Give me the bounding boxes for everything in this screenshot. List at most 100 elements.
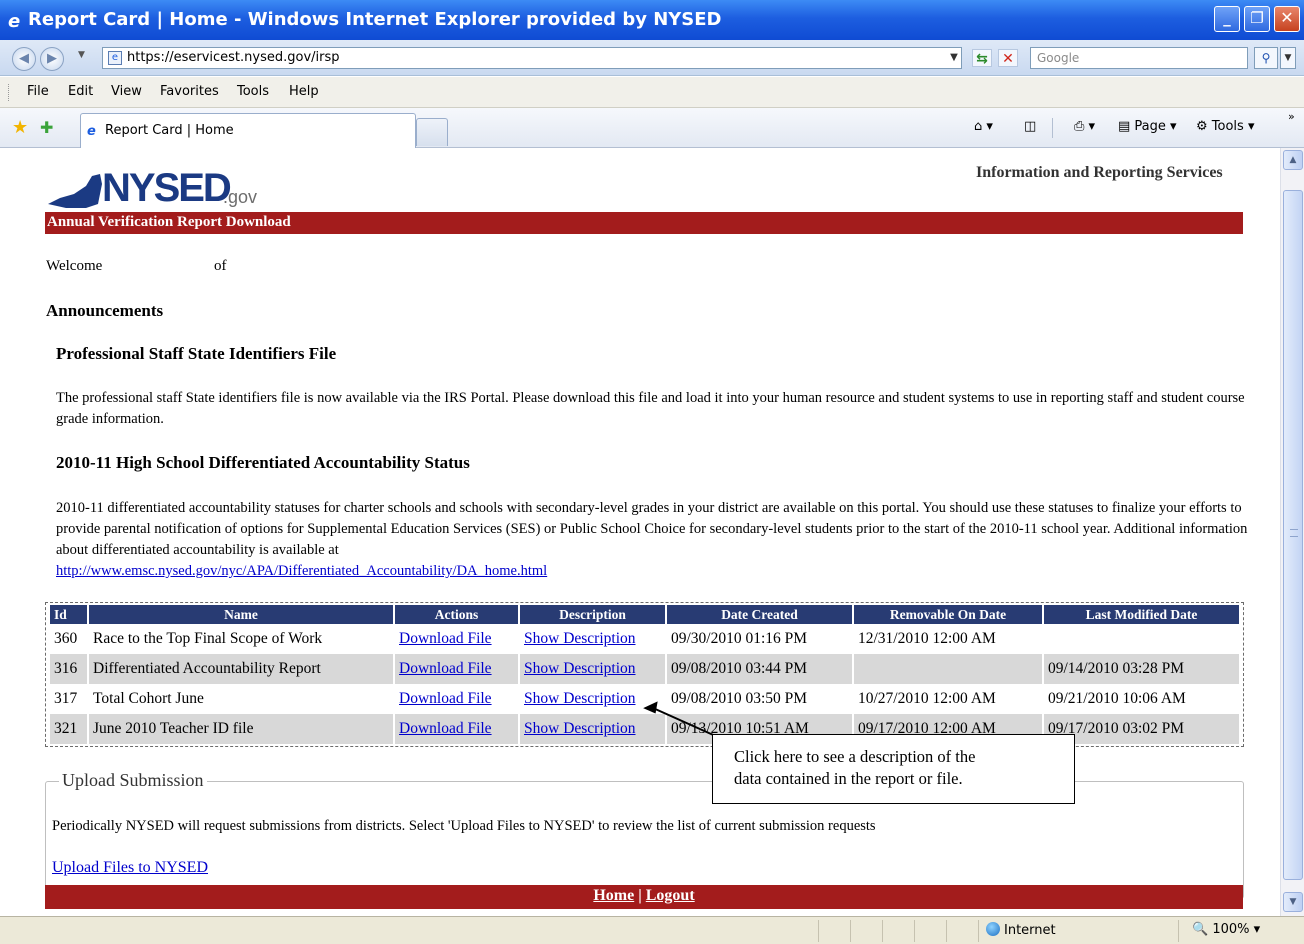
differentiated-accountability-link[interactable]: http://www.emsc.nysed.gov/nyc/APA/Differ… [56,563,547,579]
menu-favorites[interactable]: Favorites [160,84,219,99]
minimize-button[interactable]: _ [1214,6,1240,32]
search-input[interactable]: Google [1030,47,1248,69]
address-dropdown-icon[interactable]: ▼ [946,49,962,67]
feeds-icon[interactable]: ◫ [1024,119,1036,134]
site-tagline: Information and Reporting Services [976,164,1223,181]
tools-menu-button[interactable]: ⚙ Tools ▾ [1196,119,1255,134]
window-titlebar: e Report Card | Home - Windows Internet … [0,0,1304,40]
history-dropdown-icon[interactable]: ▼ [78,50,85,60]
home-icon[interactable]: ⌂ ▾ [974,119,993,134]
footer-bar: Home | Logout [45,885,1243,909]
announcement-body-text: 2010-11 differentiated accountability st… [56,500,1248,558]
status-divider [946,920,947,942]
scroll-grip [1290,529,1298,537]
chevron-right-icon[interactable]: » [1288,110,1295,123]
column-header-name: Name [89,605,393,624]
print-icon[interactable]: ⎙ ▾ [1074,119,1095,134]
download-file-link[interactable]: Download File [399,630,492,647]
reports-table: Id Name Actions Description Date Created… [45,602,1244,747]
page-icon: e [87,124,96,139]
show-description-link[interactable]: Show Description [524,660,636,677]
table-row: 360 Race to the Top Final Scope of Work … [50,624,1239,654]
cell-last-modified: 09/14/2010 03:28 PM [1044,654,1239,684]
back-button[interactable]: ◀ [12,47,36,71]
status-divider [1178,920,1179,942]
cell-name: June 2010 Teacher ID file [89,714,393,744]
welcome-label: Welcome [46,258,103,274]
globe-icon [986,922,1000,936]
logout-link[interactable]: Logout [646,887,695,904]
toolbar-grip [8,84,10,101]
zoom-icon: 🔍 [1192,922,1209,937]
scroll-down-icon[interactable]: ▼ [1283,892,1303,912]
status-bar: Internet 🔍 100% ▾ [0,916,1304,944]
cell-removable-date: 10/27/2010 12:00 AM [858,690,996,707]
upload-files-link[interactable]: Upload Files to NYSED [52,859,208,877]
logo-wordmark: NYSED [102,166,232,210]
status-divider [914,920,915,942]
tab-report-card[interactable]: e Report Card | Home [80,113,416,148]
status-divider [978,920,979,942]
section-title-bar: Annual Verification Report Download [45,212,1243,234]
maximize-button[interactable]: ❐ [1244,6,1270,32]
search-icon[interactable]: ⚲ [1254,47,1278,69]
scroll-thumb[interactable] [1283,190,1303,880]
stop-button[interactable]: ✕ [998,49,1018,67]
cell-description: Show Description [520,624,665,654]
cell-date-created: 09/08/2010 03:44 PM [667,654,852,684]
tab-title: Report Card | Home [105,123,234,138]
ny-state-shape-icon [48,174,102,208]
cell-action: Download File [395,684,518,714]
show-description-link[interactable]: Show Description [524,630,636,647]
cell-removable-date [854,654,1042,684]
column-header-actions: Actions [395,605,518,624]
logo-domain: .gov [223,187,258,207]
show-description-link[interactable]: Show Description [524,690,636,707]
column-header-description: Description [520,605,665,624]
download-file-link[interactable]: Download File [399,660,492,677]
menu-view[interactable]: View [111,84,142,99]
menu-edit[interactable]: Edit [68,84,93,99]
window-title: Report Card | Home - Windows Internet Ex… [28,9,722,30]
cell-description: Show Description [520,684,665,714]
menu-bar: File Edit View Favorites Tools Help [0,77,1304,108]
favorites-star-icon[interactable]: ★ [12,117,28,138]
page-menu-button[interactable]: ▤ Page ▾ [1118,119,1177,134]
tab-bar: ★ ✚ e Report Card | Home ⌂ ▾ ◫ ⎙ ▾ ▤ Pag… [0,108,1304,148]
menu-help[interactable]: Help [289,84,319,99]
announcement-body: The professional staff State identifiers… [56,390,1245,427]
announcement-title: Professional Staff State Identifiers Fil… [56,344,337,363]
vertical-scrollbar[interactable]: ▲ ▼ [1280,148,1304,916]
upload-submission-legend: Upload Submission [59,770,207,791]
show-description-link[interactable]: Show Description [524,720,636,737]
cell-action: Download File [395,654,518,684]
forward-button[interactable]: ▶ [40,47,64,71]
zoom-control[interactable]: 🔍 100% ▾ [1192,922,1260,937]
download-file-link[interactable]: Download File [399,690,492,707]
home-link[interactable]: Home [593,887,634,904]
scroll-up-icon[interactable]: ▲ [1283,150,1303,170]
page-menu-label: Page [1134,119,1166,134]
nysed-logo[interactable]: NYSED .gov [46,160,266,212]
status-divider [850,920,851,942]
welcome-of-label: of [214,258,227,274]
new-tab-button[interactable] [416,118,448,146]
cell-name: Total Cohort June [93,690,204,707]
page-icon: e [108,51,122,65]
close-button[interactable]: ✕ [1274,6,1300,32]
column-header-last-modified-date: Last Modified Date [1044,605,1239,624]
cell-id: 316 [50,654,87,684]
address-input[interactable]: e https://eservicest.nysed.gov/irsp [102,47,962,69]
search-dropdown-icon[interactable]: ▼ [1280,47,1296,69]
toolbar-separator [1052,118,1053,138]
download-file-link[interactable]: Download File [399,720,492,737]
cell-description: Show Description [520,654,665,684]
cell-id: 321 [50,714,87,744]
cell-description: Show Description [520,714,665,744]
add-favorite-icon[interactable]: ✚ [40,118,53,137]
refresh-button[interactable]: ⇆ [972,49,992,67]
menu-tools[interactable]: Tools [237,84,269,99]
menu-file[interactable]: File [27,84,49,99]
cell-action: Download File [395,624,518,654]
cell-id: 360 [54,630,78,647]
